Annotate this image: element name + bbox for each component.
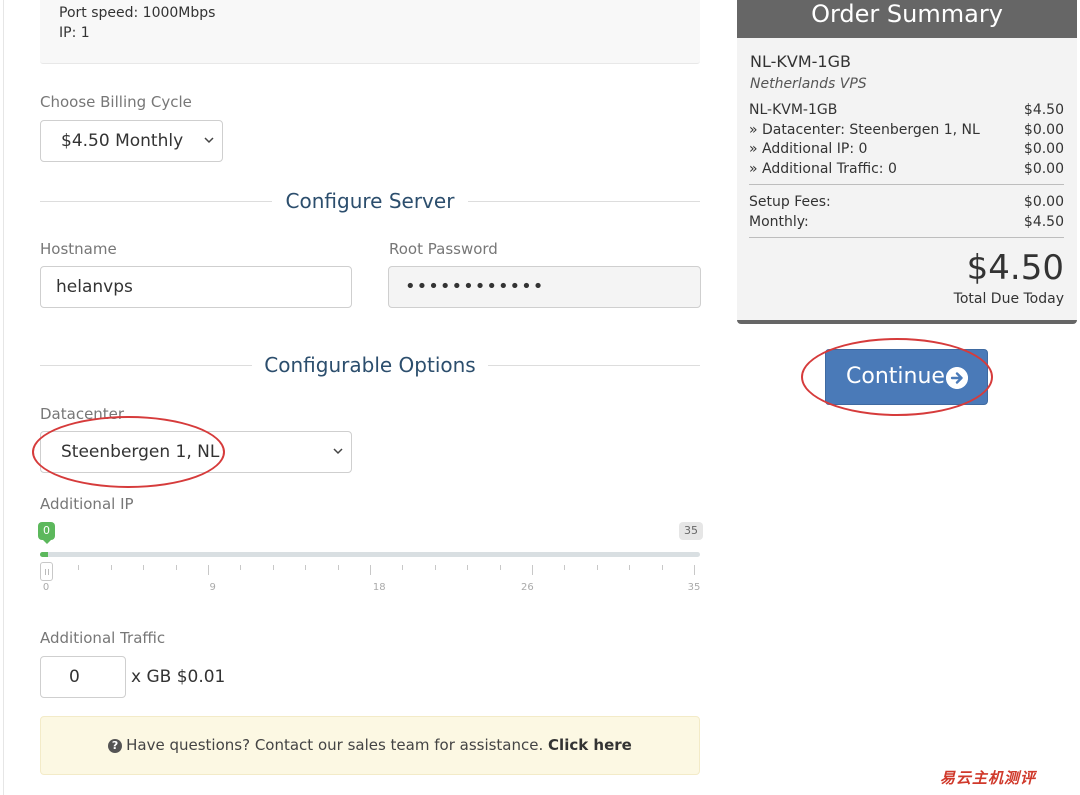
configurable-options-heading: Configurable Options (40, 353, 700, 377)
slider-tick-label: 26 (520, 582, 534, 593)
slider-tick-label: 18 (372, 582, 386, 593)
additional-traffic-input[interactable]: 0 (40, 656, 126, 698)
order-summary-title: Order Summary (737, 0, 1077, 38)
setup-fees-row: Setup Fees: $0.00 (749, 194, 1064, 210)
summary-line-amount: $0.00 (1023, 141, 1064, 157)
configurable-options-title: Configurable Options (264, 353, 476, 377)
root-password-value: •••••••••••• (405, 276, 545, 297)
product-description: Port speed: 1000Mbps IP: 1 (40, 0, 700, 64)
summary-line: » Additional IP: 0 $0.00 (749, 141, 1064, 157)
billing-cycle-label: Choose Billing Cycle (40, 93, 192, 111)
help-alert: ? Have questions? Contact our sales team … (40, 716, 700, 775)
page-edge (3, 0, 4, 795)
annotation-circle-continue (801, 338, 993, 416)
additional-ip-slider-fill (40, 552, 48, 557)
monthly-amount: $4.50 (1023, 214, 1064, 230)
slider-tick (272, 565, 274, 570)
summary-line-label: » Additional IP: 0 (749, 141, 868, 157)
hostname-value: helanvps (56, 277, 133, 297)
slider-tick (629, 565, 631, 570)
additional-ip-slider-handle[interactable] (40, 562, 53, 581)
summary-line-amount: $0.00 (1023, 161, 1064, 177)
additional-ip-label: Additional IP (40, 495, 134, 513)
summary-line-label: » Additional Traffic: 0 (749, 161, 897, 177)
chevron-down-icon (333, 448, 343, 455)
annotation-circle-datacenter (32, 416, 225, 488)
slider-tick (564, 565, 566, 570)
slider-tick (110, 565, 112, 570)
additional-traffic-label: Additional Traffic (40, 629, 166, 647)
slider-tick (467, 565, 469, 570)
configure-server-title: Configure Server (285, 189, 455, 213)
total-due-amount: $4.50 (966, 248, 1064, 288)
port-speed-text: Port speed: 1000Mbps (59, 5, 216, 21)
help-text: Have questions? Contact our sales team f… (126, 736, 544, 754)
hostname-input[interactable]: helanvps (40, 266, 352, 308)
slider-tick (402, 565, 404, 570)
slider-tick (240, 565, 242, 570)
summary-product-name: NL-KVM-1GB (750, 52, 851, 71)
slider-tick (305, 565, 307, 570)
summary-divider (749, 184, 1064, 185)
total-due-label: Total Due Today (953, 291, 1064, 307)
slider-tick (434, 565, 436, 570)
watermark-text: 易云主机测评 (940, 769, 1037, 787)
slider-tick (208, 565, 209, 575)
slider-tick (694, 565, 695, 575)
question-circle-icon: ? (108, 739, 123, 753)
slider-tick (661, 565, 663, 570)
additional-traffic-value: 0 (69, 667, 80, 687)
contact-sales-link[interactable]: Click here (548, 736, 632, 754)
slider-tick (337, 565, 339, 570)
slider-tick-label: 9 (209, 582, 216, 593)
slider-min-bubble: 0 (38, 522, 55, 544)
configure-server-heading: Configure Server (40, 189, 700, 213)
slider-tick (596, 565, 598, 570)
slider-tick-label: 0 (42, 582, 50, 593)
root-password-label: Root Password (389, 240, 498, 258)
order-summary-panel: Order Summary NL-KVM-1GB Netherlands VPS… (737, 0, 1077, 324)
summary-product-group: Netherlands VPS (750, 76, 867, 92)
chevron-down-icon (204, 137, 214, 144)
hostname-label: Hostname (40, 240, 117, 258)
slider-tick (499, 565, 501, 570)
ip-count-text: IP: 1 (59, 25, 90, 41)
setup-fees-amount: $0.00 (1023, 194, 1064, 210)
summary-line-amount: $4.50 (1023, 102, 1064, 118)
summary-line-amount: $0.00 (1023, 122, 1064, 138)
slider-tick (175, 565, 177, 570)
summary-line: NL-KVM-1GB $4.50 (749, 102, 1064, 118)
summary-divider (749, 237, 1064, 238)
billing-cycle-select[interactable]: $4.50 Monthly (40, 120, 223, 162)
slider-tick (78, 565, 80, 570)
slider-tick (370, 565, 371, 575)
summary-line-label: » Datacenter: Steenbergen 1, NL (749, 122, 980, 138)
monthly-row: Monthly: $4.50 (749, 214, 1064, 230)
slider-max-bubble: 35 (679, 522, 703, 540)
summary-line: » Additional Traffic: 0 $0.00 (749, 161, 1064, 177)
slider-tick-label: 35 (687, 582, 701, 593)
setup-fees-label: Setup Fees: (749, 194, 831, 210)
monthly-label: Monthly: (749, 214, 809, 230)
additional-ip-slider-track[interactable] (40, 552, 700, 557)
summary-line: » Datacenter: Steenbergen 1, NL $0.00 (749, 122, 1064, 138)
slider-tick (532, 565, 533, 575)
root-password-input[interactable]: •••••••••••• (388, 266, 701, 308)
billing-cycle-value: $4.50 Monthly (61, 131, 184, 151)
slider-tick (143, 565, 145, 570)
summary-line-label: NL-KVM-1GB (749, 102, 838, 118)
traffic-price-text: x GB $0.01 (131, 667, 226, 687)
